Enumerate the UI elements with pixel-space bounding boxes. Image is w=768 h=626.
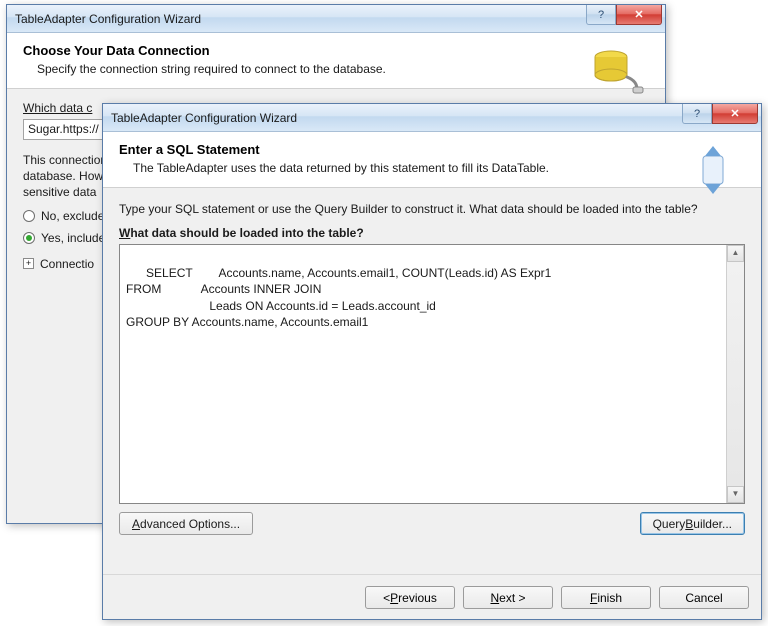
previous-button[interactable]: < Previous: [365, 586, 455, 609]
back-banner-subtitle: Specify the connection string required t…: [23, 62, 649, 76]
scroll-up-icon[interactable]: ▲: [727, 245, 744, 262]
front-banner: Enter a SQL Statement The TableAdapter u…: [103, 132, 761, 188]
radio-yes-label: Yes, include: [41, 231, 105, 245]
radio-no-label: No, exclude: [41, 209, 104, 223]
sql-input[interactable]: SELECT Accounts.name, Accounts.email1, C…: [119, 244, 745, 504]
front-banner-title: Enter a SQL Statement: [119, 142, 745, 157]
help-icon[interactable]: ?: [586, 5, 616, 25]
scroll-down-icon[interactable]: ▼: [727, 486, 744, 503]
plus-icon: +: [23, 258, 34, 269]
radio-icon: [23, 210, 35, 222]
sql-buttons-row: Advanced Options... Query Builder...: [119, 512, 745, 535]
front-body: Type your SQL statement or use the Query…: [103, 188, 761, 535]
front-dialog: TableAdapter Configuration Wizard ? ✕ En…: [102, 103, 762, 620]
query-builder-button[interactable]: Query Builder...: [640, 512, 745, 535]
sql-text: SELECT Accounts.name, Accounts.email1, C…: [126, 266, 551, 329]
front-titlebar[interactable]: TableAdapter Configuration Wizard ? ✕: [103, 104, 761, 132]
connection-string-label: Connectio: [40, 257, 94, 271]
back-titlebar[interactable]: TableAdapter Configuration Wizard ? ✕: [7, 5, 665, 33]
instruction-text: Type your SQL statement or use the Query…: [119, 202, 745, 216]
database-icon: [589, 43, 645, 102]
back-banner-title: Choose Your Data Connection: [23, 43, 649, 58]
back-banner: Choose Your Data Connection Specify the …: [7, 33, 665, 89]
separator: [103, 574, 761, 575]
back-titlebar-buttons: ? ✕: [586, 5, 662, 25]
front-title: TableAdapter Configuration Wizard: [111, 111, 297, 125]
sql-field-label: What data should be loaded into the tabl…: [119, 226, 745, 240]
help-icon[interactable]: ?: [682, 104, 712, 124]
next-button[interactable]: Next >: [463, 586, 553, 609]
cancel-button[interactable]: Cancel: [659, 586, 749, 609]
radio-icon: [23, 232, 35, 244]
finish-button[interactable]: Finish: [561, 586, 651, 609]
advanced-options-button[interactable]: Advanced Options...: [119, 512, 253, 535]
connection-value: Sugar.https://: [28, 122, 99, 136]
sync-arrows-icon: [685, 142, 741, 201]
back-title: TableAdapter Configuration Wizard: [15, 12, 201, 26]
front-banner-subtitle: The TableAdapter uses the data returned …: [119, 161, 745, 175]
front-titlebar-buttons: ? ✕: [682, 104, 758, 124]
wizard-footer: < Previous Next > Finish Cancel: [365, 586, 749, 609]
close-icon[interactable]: ✕: [712, 104, 758, 124]
close-icon[interactable]: ✕: [616, 5, 662, 25]
